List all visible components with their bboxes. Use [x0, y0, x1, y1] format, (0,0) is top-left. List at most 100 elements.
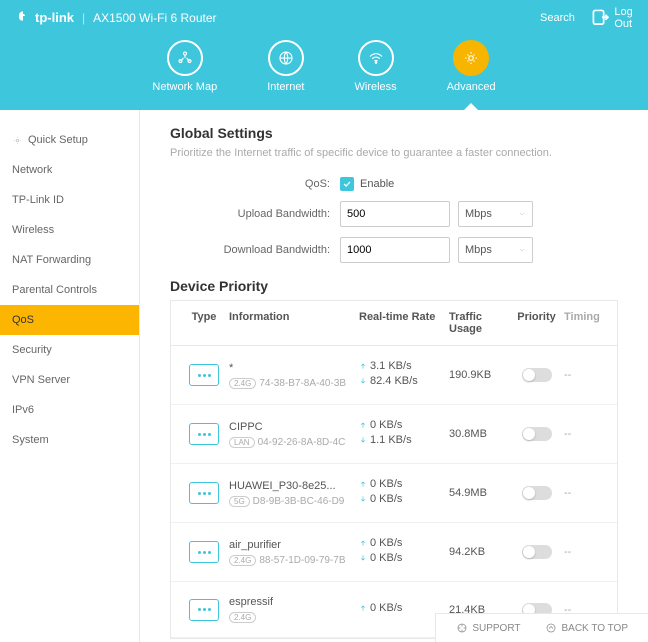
- qos-label: QoS:: [170, 178, 340, 190]
- sidebar-item-vpn-server[interactable]: VPN Server: [0, 365, 139, 395]
- support-icon: [456, 622, 468, 634]
- enable-label: Enable: [360, 178, 394, 190]
- down-arrow-icon: [359, 554, 367, 562]
- col-rate: Real-time Rate: [359, 311, 449, 335]
- timing-value: --: [564, 546, 604, 558]
- traffic-usage: 30.8MB: [449, 428, 509, 440]
- priority-toggle[interactable]: [522, 486, 552, 500]
- band-badge: LAN: [229, 437, 255, 448]
- band-badge: 2.4G: [229, 612, 256, 623]
- search-link[interactable]: Search: [536, 12, 575, 24]
- down-rate: 1.1 KB/s: [370, 434, 412, 446]
- timing-value: --: [564, 369, 604, 381]
- device-name: espressif: [229, 596, 359, 608]
- down-arrow-icon: [359, 495, 367, 503]
- timing-value: --: [564, 428, 604, 440]
- sidebar-item-wireless[interactable]: Wireless: [0, 215, 139, 245]
- internet-icon: [277, 49, 295, 67]
- nav-label: Advanced: [447, 81, 496, 93]
- up-arrow-icon: [359, 539, 367, 547]
- device-icon: [189, 599, 219, 621]
- upload-unit-select[interactable]: Mbps: [458, 201, 533, 227]
- timing-value: --: [564, 487, 604, 499]
- band-badge: 5G: [229, 496, 250, 507]
- download-label: Download Bandwidth:: [170, 244, 340, 256]
- upload-label: Upload Bandwidth:: [170, 208, 340, 220]
- device-mac: 74-38-B7-8A-40-3B: [259, 378, 346, 389]
- col-usage: Traffic Usage: [449, 311, 509, 335]
- logout-link[interactable]: Log Out: [590, 6, 633, 30]
- nav-label: Network Map: [152, 81, 217, 93]
- sidebar-item-system[interactable]: System: [0, 425, 139, 455]
- device-name: CIPPC: [229, 421, 359, 433]
- traffic-usage: 94.2KB: [449, 546, 509, 558]
- col-info: Information: [229, 311, 359, 335]
- traffic-usage: 54.9MB: [449, 487, 509, 499]
- device-icon: [189, 541, 219, 563]
- logout-icon: [590, 7, 611, 28]
- gear-icon: [12, 135, 23, 146]
- nav-wireless[interactable]: Wireless: [355, 40, 397, 110]
- table-row: HUAWEI_P30-8e25... 5GD8-9B-3B-BC-46-D9 0 K…: [171, 464, 617, 523]
- download-unit-select[interactable]: Mbps: [458, 237, 533, 263]
- up-rate: 3.1 KB/s: [370, 360, 412, 372]
- back-to-top-link[interactable]: BACK TO TOP: [545, 622, 628, 634]
- down-rate: 82.4 KB/s: [370, 375, 418, 387]
- global-settings-desc: Prioritize the Internet traffic of speci…: [170, 147, 618, 159]
- sidebar-item-qos[interactable]: QoS: [0, 305, 139, 335]
- device-name: *: [229, 362, 359, 374]
- down-rate: 0 KB/s: [370, 552, 402, 564]
- device-mac: 88-57-1D-09-79-7B: [259, 555, 345, 566]
- brand-logo: tp-link: [15, 10, 74, 26]
- down-arrow-icon: [359, 436, 367, 444]
- up-rate: 0 KB/s: [370, 478, 402, 490]
- priority-toggle[interactable]: [522, 545, 552, 559]
- sidebar-item-network[interactable]: Network: [0, 155, 139, 185]
- device-priority-title: Device Priority: [170, 278, 618, 294]
- table-row: * 2.4G74-38-B7-8A-40-3B 3.1 KB/s 82.4 KB/s 1…: [171, 346, 617, 405]
- logout-label: Log Out: [614, 6, 633, 30]
- nav-advanced[interactable]: Advanced: [447, 40, 496, 110]
- advanced-icon: [462, 49, 480, 67]
- col-priority: Priority: [509, 311, 564, 335]
- global-settings-title: Global Settings: [170, 125, 618, 141]
- col-timing: Timing: [564, 311, 604, 335]
- divider: |: [82, 11, 85, 25]
- wireless-icon: [367, 49, 385, 67]
- nav-internet[interactable]: Internet: [267, 40, 304, 110]
- table-row: CIPPCLAN04-92-26-8A-8D-4C0 KB/s1.1 KB/s3…: [171, 405, 617, 464]
- device-icon: [189, 364, 219, 386]
- chevron-down-icon: [518, 210, 526, 218]
- nav-network-map[interactable]: Network Map: [152, 40, 217, 110]
- up-rate: 0 KB/s: [370, 602, 402, 614]
- support-link[interactable]: SUPPORT: [456, 622, 520, 634]
- sidebar-item-quick-setup[interactable]: Quick Setup: [0, 125, 139, 155]
- sidebar-item-ipv6[interactable]: IPv6: [0, 395, 139, 425]
- network-map-icon: [176, 49, 194, 67]
- device-mac: 04-92-26-8A-8D-4C: [258, 437, 346, 448]
- search-label: Search: [540, 12, 575, 24]
- band-badge: 2.4G: [229, 378, 256, 389]
- down-arrow-icon: [359, 377, 367, 385]
- device-mac: D8-9B-3B-BC-46-D9: [253, 496, 345, 507]
- sidebar-item-tp-link-id[interactable]: TP-Link ID: [0, 185, 139, 215]
- sidebar-item-security[interactable]: Security: [0, 335, 139, 365]
- up-arrow-icon: [545, 622, 557, 634]
- table-row: air_purifier2.4G88-57-1D-09-79-7B0 KB/s0…: [171, 523, 617, 582]
- device-name: HUAWEI_P30-8e25...: [229, 480, 359, 492]
- traffic-usage: 190.9KB: [449, 369, 509, 381]
- up-arrow-icon: [359, 362, 367, 370]
- priority-toggle[interactable]: [522, 368, 552, 382]
- up-arrow-icon: [359, 604, 367, 612]
- down-rate: 0 KB/s: [370, 493, 402, 505]
- device-icon: [189, 423, 219, 445]
- device-icon: [189, 482, 219, 504]
- brand-text: tp-link: [35, 10, 74, 25]
- upload-input[interactable]: [340, 201, 450, 227]
- qos-enable-checkbox[interactable]: [340, 177, 354, 191]
- model-name: AX1500 Wi-Fi 6 Router: [93, 11, 216, 25]
- sidebar-item-nat-forwarding[interactable]: NAT Forwarding: [0, 245, 139, 275]
- sidebar-item-parental-controls[interactable]: Parental Controls: [0, 275, 139, 305]
- download-input[interactable]: [340, 237, 450, 263]
- priority-toggle[interactable]: [522, 427, 552, 441]
